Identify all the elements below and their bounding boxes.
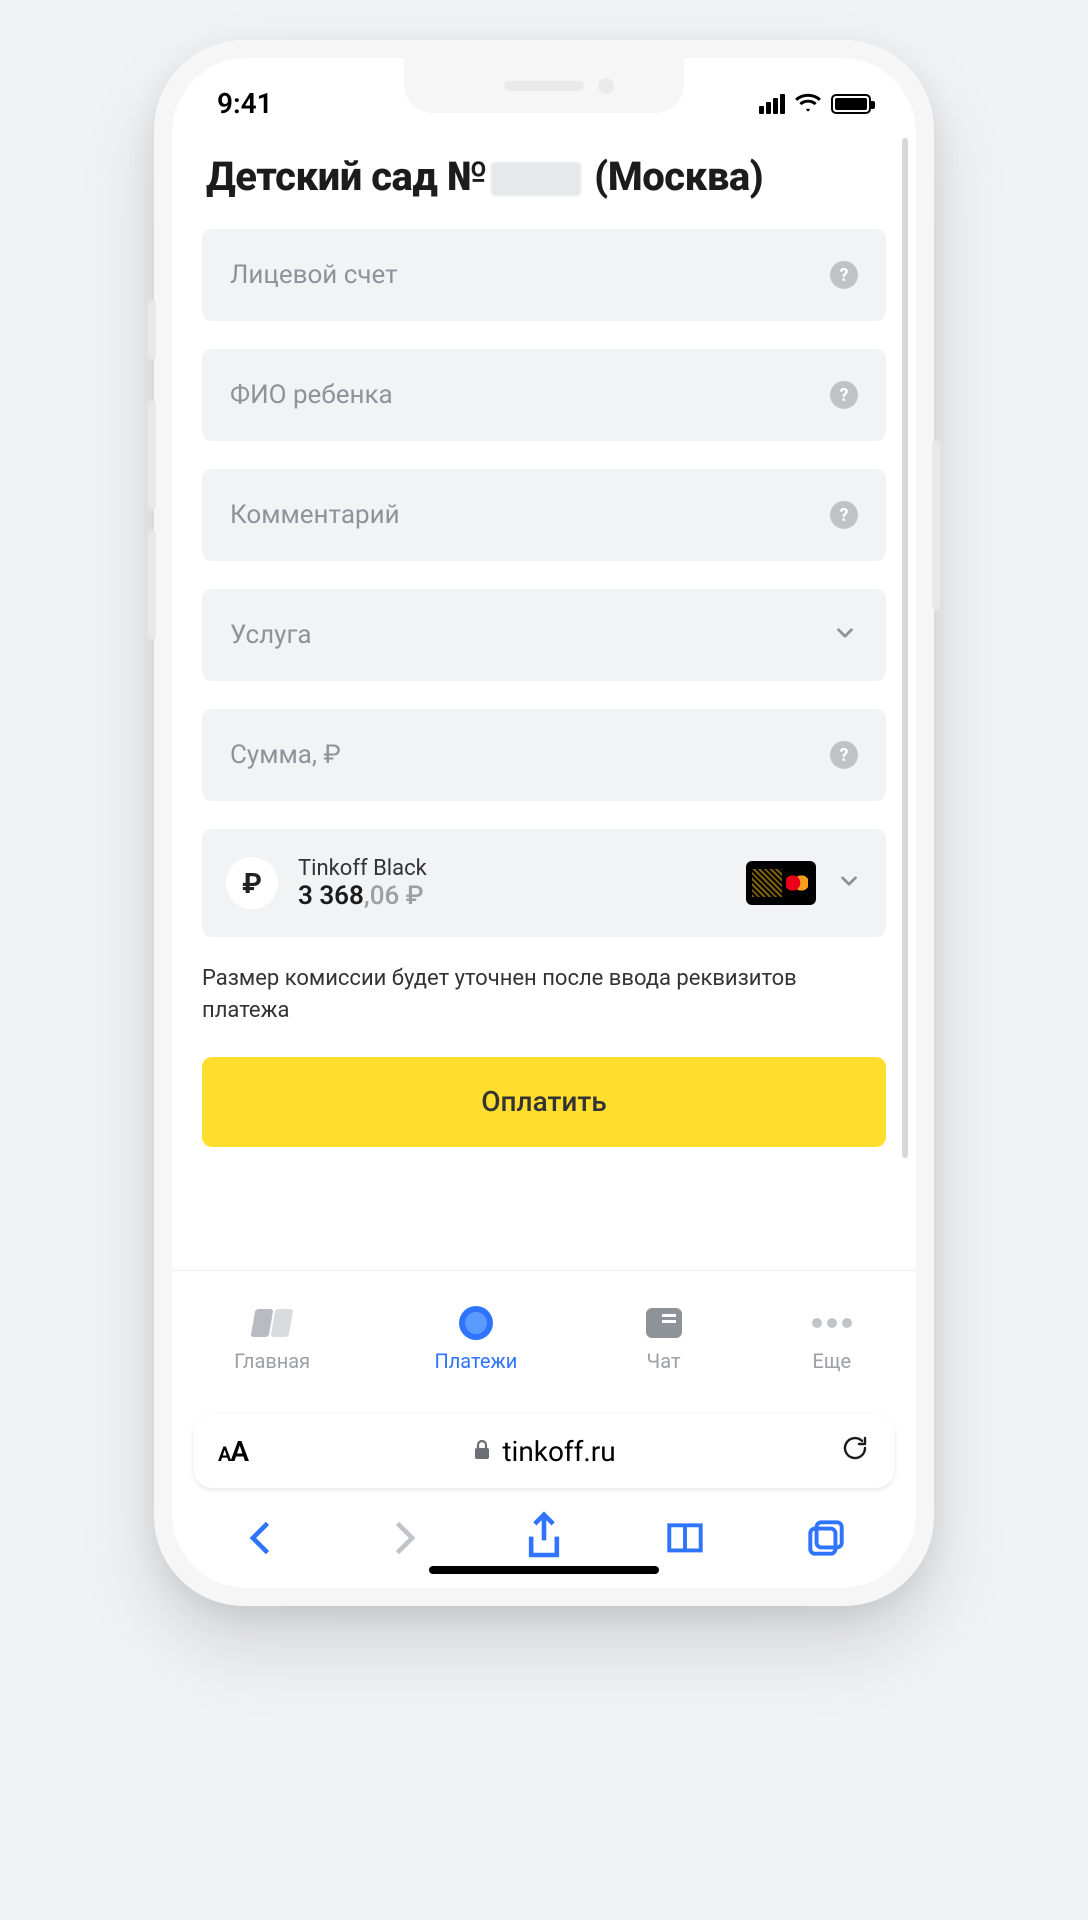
ruble-icon: ₽ bbox=[226, 857, 278, 909]
status-time: 9:41 bbox=[217, 87, 273, 120]
home-indicator[interactable] bbox=[429, 1566, 659, 1574]
account-label: Лицевой счет bbox=[230, 260, 398, 290]
help-icon[interactable]: ? bbox=[830, 501, 858, 529]
child-name-field[interactable]: ФИО ребенка ? bbox=[202, 349, 886, 441]
app-bottom-nav: Главная Платежи Чат Еще bbox=[172, 1270, 916, 1400]
help-icon[interactable]: ? bbox=[830, 741, 858, 769]
tab-payments[interactable]: Платежи bbox=[434, 1305, 517, 1373]
amount-field[interactable]: Сумма, ₽ ? bbox=[202, 709, 886, 801]
front-camera bbox=[598, 78, 614, 94]
browser-bookmarks-button[interactable] bbox=[663, 1516, 707, 1560]
page-content: Детский сад № (Москва) Лицевой счет ? ФИ… bbox=[172, 128, 916, 1270]
amount-label: Сумма, ₽ bbox=[230, 740, 341, 770]
screen: 9:41 Детский сад № (Москва) Лицевой счет… bbox=[172, 58, 916, 1588]
payment-card-selector[interactable]: ₽ Tinkoff Black 3 368,06 ₽ bbox=[202, 829, 886, 937]
browser-share-button[interactable] bbox=[522, 1516, 566, 1560]
card-art-icon bbox=[746, 861, 816, 905]
volume-down-button bbox=[148, 530, 156, 640]
comment-label: Комментарий bbox=[230, 500, 400, 530]
browser-forward-button[interactable] bbox=[381, 1516, 425, 1560]
card-name: Tinkoff Black bbox=[298, 856, 726, 881]
text-size-button[interactable]: AA bbox=[218, 1435, 248, 1468]
child-name-label: ФИО ребенка bbox=[230, 380, 393, 410]
title-redacted-number bbox=[491, 162, 581, 196]
power-button bbox=[932, 440, 940, 610]
home-icon bbox=[253, 1309, 291, 1337]
service-select[interactable]: Услуга bbox=[202, 589, 886, 681]
help-icon[interactable]: ? bbox=[830, 261, 858, 289]
service-label: Услуга bbox=[230, 620, 312, 650]
tab-more-label: Еще bbox=[813, 1349, 852, 1373]
title-suffix: (Москва) bbox=[585, 153, 764, 200]
url-display: tinkoff.ru bbox=[472, 1435, 615, 1468]
chat-icon bbox=[646, 1308, 682, 1338]
tab-chat-label: Чат bbox=[647, 1349, 681, 1373]
balance-main: 3 368 bbox=[298, 881, 364, 911]
reload-button[interactable] bbox=[840, 1433, 870, 1470]
volume-up-button bbox=[148, 400, 156, 510]
help-icon[interactable]: ? bbox=[830, 381, 858, 409]
comment-field[interactable]: Комментарий ? bbox=[202, 469, 886, 561]
chevron-down-icon bbox=[836, 868, 862, 898]
browser-address-bar[interactable]: AA tinkoff.ru bbox=[194, 1414, 894, 1488]
status-indicators bbox=[759, 87, 871, 120]
speaker bbox=[504, 81, 584, 91]
browser-tabs-button[interactable] bbox=[804, 1516, 848, 1560]
tab-chat[interactable]: Чат bbox=[642, 1305, 686, 1373]
side-button bbox=[148, 300, 156, 360]
phone-frame: 9:41 Детский сад № (Москва) Лицевой счет… bbox=[154, 40, 934, 1606]
title-prefix: Детский сад № bbox=[206, 153, 487, 200]
card-balance: 3 368,06 ₽ bbox=[298, 881, 726, 911]
pay-button[interactable]: Оплатить bbox=[202, 1057, 886, 1147]
browser-back-button[interactable] bbox=[240, 1516, 284, 1560]
more-icon bbox=[812, 1318, 852, 1328]
account-field[interactable]: Лицевой счет ? bbox=[202, 229, 886, 321]
lock-icon bbox=[472, 1435, 492, 1468]
balance-cents: ,06 ₽ bbox=[364, 881, 424, 911]
page-title: Детский сад № (Москва) bbox=[206, 153, 882, 201]
card-info: Tinkoff Black 3 368,06 ₽ bbox=[298, 856, 726, 911]
tab-home[interactable]: Главная bbox=[234, 1305, 310, 1373]
notch bbox=[404, 58, 684, 113]
tab-payments-label: Платежи bbox=[434, 1349, 517, 1373]
commission-note: Размер комиссии будет уточнен после ввод… bbox=[202, 963, 886, 1027]
wifi-icon bbox=[795, 87, 821, 120]
tab-home-label: Главная bbox=[234, 1349, 310, 1373]
url-domain: tinkoff.ru bbox=[502, 1435, 615, 1468]
payments-icon bbox=[459, 1306, 493, 1340]
cellular-icon bbox=[759, 94, 785, 114]
tab-more[interactable]: Еще bbox=[810, 1305, 854, 1373]
battery-icon bbox=[831, 94, 871, 114]
chevron-down-icon bbox=[832, 620, 858, 650]
